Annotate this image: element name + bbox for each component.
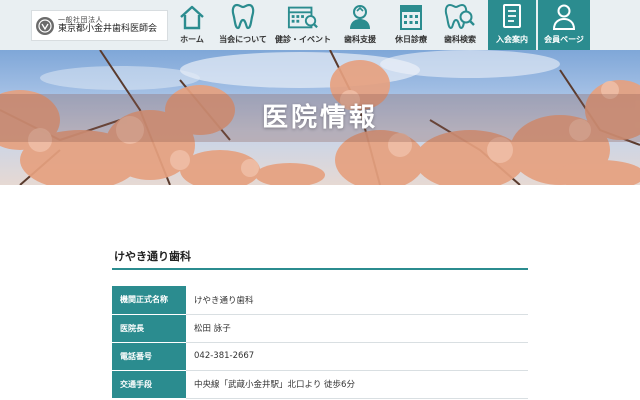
- nav-label: ホーム: [180, 35, 204, 44]
- row-value-director: 松田 詠子: [186, 314, 528, 343]
- global-nav: ホーム 当会について 健診・イベント 歯科支援 休日診療 歯科検索 入会案内 会…: [170, 0, 590, 50]
- nav-label: 入会案内: [496, 35, 528, 44]
- nav-item-dental-search[interactable]: 歯科検索: [436, 0, 484, 50]
- row-label-official-name: 機関正式名称: [112, 286, 186, 315]
- document-icon: [496, 2, 528, 32]
- member-icon: [548, 2, 580, 32]
- nav-label: 当会について: [219, 35, 267, 44]
- tooth-search-icon: [444, 2, 476, 32]
- table-row: 医院長 松田 詠子: [112, 314, 528, 343]
- nav-item-home[interactable]: ホーム: [170, 0, 214, 50]
- support-icon: [344, 2, 376, 32]
- clinic-name-heading: けやき通り歯科: [114, 250, 191, 263]
- row-value-official-name: けやき通り歯科: [186, 286, 528, 315]
- nav-label: 健診・イベント: [275, 35, 331, 44]
- site-logo[interactable]: 一般社団法人 東京都小金井歯科医師会: [31, 10, 168, 41]
- calendar-search-icon: [287, 2, 319, 32]
- nav-item-holiday-clinic[interactable]: 休日診療: [386, 0, 436, 50]
- row-label-phone: 電話番号: [112, 342, 186, 371]
- clinic-info-table: 機関正式名称 けやき通り歯科 医院長 松田 詠子 電話番号 042-381-26…: [112, 286, 528, 399]
- hero-banner: 医院情報: [0, 50, 640, 185]
- heading-underline: [112, 268, 528, 270]
- association-emblem-icon: [36, 16, 54, 35]
- nav-label: 休日診療: [395, 35, 427, 44]
- nav-item-checkup-events[interactable]: 健診・イベント: [272, 0, 334, 50]
- row-label-access: 交通手段: [112, 370, 186, 399]
- nav-item-member-page[interactable]: 会員ページ: [538, 0, 590, 50]
- row-value-access: 中央線「武蔵小金井駅」北口より 徒歩6分: [186, 370, 528, 399]
- tooth-icon: [227, 2, 259, 32]
- nav-label: 歯科支援: [344, 35, 376, 44]
- row-label-director: 医院長: [112, 314, 186, 343]
- table-row: 交通手段 中央線「武蔵小金井駅」北口より 徒歩6分: [112, 370, 528, 399]
- holiday-calendar-icon: [395, 2, 427, 32]
- site-header: 一般社団法人 東京都小金井歯科医師会 ホーム 当会について 健診・イベント 歯科…: [0, 0, 640, 50]
- logo-title: 東京都小金井歯科医師会: [58, 24, 158, 35]
- nav-label: 歯科検索: [444, 35, 476, 44]
- table-row: 機関正式名称 けやき通り歯科: [112, 286, 528, 315]
- home-icon: [176, 2, 208, 32]
- nav-item-dental-support[interactable]: 歯科支援: [334, 0, 386, 50]
- page-title: 医院情報: [261, 103, 378, 133]
- row-value-phone[interactable]: 042-381-2667: [186, 342, 528, 371]
- nav-item-membership-guide[interactable]: 入会案内: [488, 0, 536, 50]
- table-row: 電話番号 042-381-2667: [112, 342, 528, 371]
- nav-label: 会員ページ: [544, 35, 584, 44]
- nav-item-about[interactable]: 当会について: [214, 0, 272, 50]
